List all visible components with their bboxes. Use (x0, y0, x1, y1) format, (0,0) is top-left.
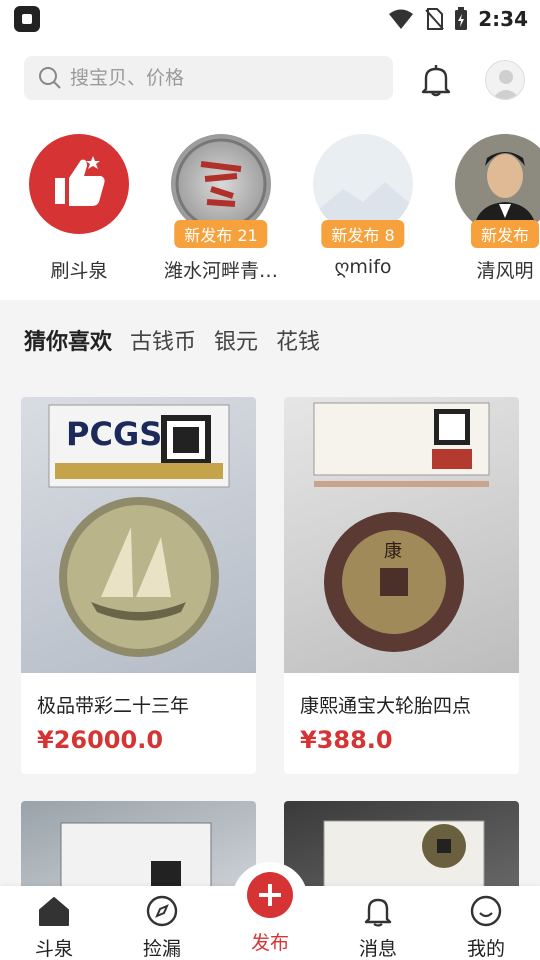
slabbed-coin-image: 康 (313, 402, 490, 652)
product-title: 康熙通宝大轮胎四点 (300, 695, 472, 717)
new-post-badge: 新发布 8 (321, 220, 405, 248)
following-item[interactable]: 新发布 21 潍水河畔青… (156, 134, 286, 283)
tab-guess-you-like[interactable]: 猜你喜欢 (24, 324, 112, 356)
following-item[interactable]: 刷斗泉 (14, 134, 144, 283)
nav-post-label: 发布 (250, 932, 289, 954)
status-bar: 2:34 (0, 0, 540, 38)
product-image: 康 (284, 397, 519, 673)
nav-post[interactable]: 发布 (230, 928, 310, 955)
thumbs-up-avatar (29, 134, 129, 234)
app-notification-icon (14, 6, 40, 32)
status-time: 2:34 (478, 7, 528, 31)
nav-profile-label: 我的 (466, 938, 505, 960)
product-title: 极品带彩二十三年 (37, 695, 190, 717)
placeholder-avatar (313, 134, 413, 234)
product-price: ¥388.0 (300, 726, 393, 754)
following-name: 潍水河畔青… (163, 260, 278, 282)
following-name: 刷斗泉 (50, 260, 108, 282)
search-bar[interactable] (24, 56, 393, 100)
bell-icon (364, 898, 392, 927)
product-card[interactable]: PCGS 极品带彩二十三年 ¥26000.0 (21, 397, 256, 774)
nav-bargain[interactable]: 捡漏 (122, 894, 202, 960)
following-name: ღmifo (334, 256, 392, 278)
nav-messages-label: 消息 (358, 938, 397, 960)
post-plus-button[interactable] (247, 872, 293, 918)
new-post-badge: 新发布 21 (174, 220, 268, 248)
user-icon (492, 70, 520, 99)
tab-charm-coins[interactable]: 花钱 (276, 324, 320, 356)
battery-icon (455, 7, 468, 30)
nav-home[interactable]: 斗泉 (14, 894, 94, 960)
following-name: 清风明 (476, 260, 534, 282)
search-icon (39, 67, 61, 89)
wifi-icon (389, 9, 414, 29)
smile-icon (470, 895, 502, 927)
svg-text:PCGS: PCGS (66, 415, 162, 453)
home-icon (39, 897, 69, 926)
bell-icon[interactable] (418, 62, 454, 98)
header (0, 38, 540, 118)
tab-ancient-coins[interactable]: 古钱币 (130, 324, 196, 356)
nav-home-label: 斗泉 (34, 938, 73, 960)
thumbs-up-icon (55, 156, 105, 206)
coin-avatar (171, 134, 271, 234)
person-image (455, 134, 540, 234)
following-row: 刷斗泉 新发布 21 潍水河畔青… 新发布 8 ღmifo 新发布 清风明 (0, 118, 540, 300)
search-input[interactable] (70, 67, 370, 89)
product-price: ¥26000.0 (37, 726, 164, 754)
avatar[interactable] (485, 60, 525, 100)
following-item[interactable]: 新发布 8 ღmifo (298, 134, 428, 278)
svg-text:康: 康 (384, 541, 402, 562)
nav-bargain-label: 捡漏 (142, 938, 181, 960)
following-item[interactable]: 新发布 清风明 (440, 134, 540, 283)
product-card[interactable]: 康 康熙通宝大轮胎四点 ¥388.0 (284, 397, 519, 774)
coin-image (175, 138, 267, 230)
compass-icon (146, 895, 178, 927)
nav-messages[interactable]: 消息 (338, 894, 418, 960)
person-avatar (455, 134, 540, 234)
slabbed-coin-image: PCGS (48, 404, 230, 657)
tab-silver-dollar[interactable]: 银元 (214, 324, 258, 356)
no-sim-icon (425, 8, 444, 30)
product-image: PCGS (21, 397, 256, 673)
new-post-badge: 新发布 (470, 220, 540, 248)
image-placeholder-icon (313, 182, 413, 234)
category-tabs: 猜你喜欢 古钱币 银元 花钱 (0, 308, 540, 372)
nav-profile[interactable]: 我的 (446, 894, 526, 960)
